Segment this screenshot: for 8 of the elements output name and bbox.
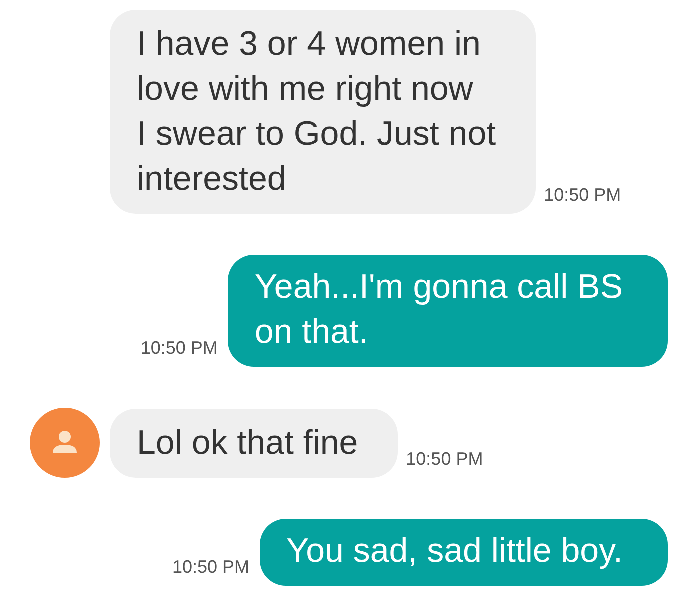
message-bubble: Lol ok that fine — [110, 409, 398, 478]
message-bubble: I have 3 or 4 women in love with me right now I swear to God. Just not interested — [110, 10, 536, 214]
message-bubble: Yeah...I'm gonna call BS on that. — [228, 255, 668, 367]
message-time: 10:50 PM — [405, 449, 484, 471]
message-time: 10:50 PM — [543, 185, 622, 207]
message-time: 10:50 PM — [140, 338, 219, 360]
message-time: 10:50 PM — [172, 557, 251, 579]
message-bubble: You sad, sad little boy. — [260, 519, 668, 586]
